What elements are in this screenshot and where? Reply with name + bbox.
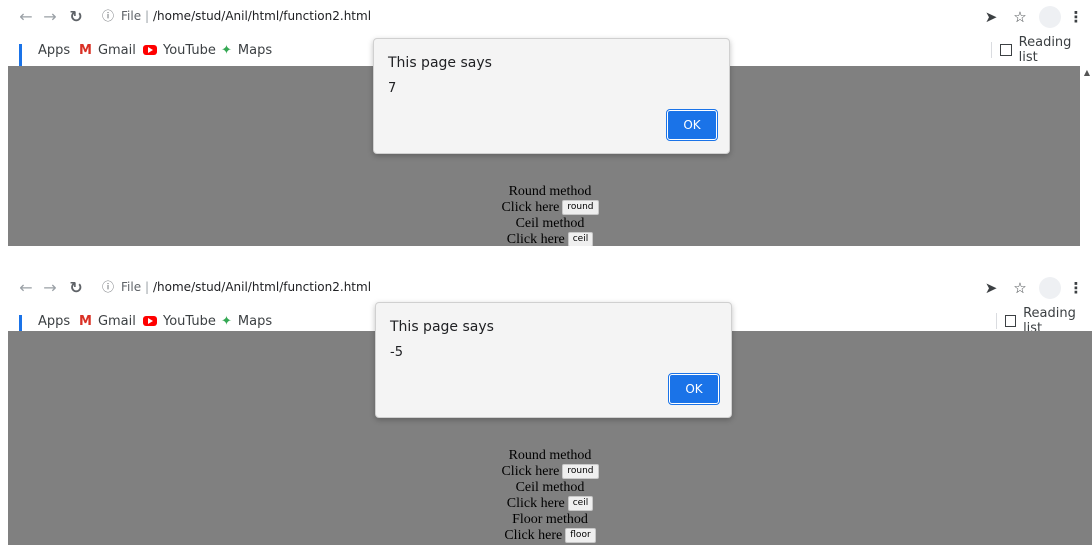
floor-heading: Floor method [512, 512, 588, 527]
click-here-label: Click here [501, 464, 560, 479]
round-heading: Round method [508, 448, 592, 463]
reading-list-button[interactable]: Reading list [1005, 306, 1092, 336]
ceil-row: Click here ceil [8, 232, 1092, 246]
alert-dialog: This page says -5 OK [375, 302, 732, 418]
back-icon[interactable]: ← [16, 7, 36, 27]
bookmark-youtube[interactable]: YouTube [143, 312, 216, 330]
star-icon[interactable]: ☆ [1010, 7, 1030, 27]
reading-list-icon [1000, 44, 1012, 56]
bookmark-maps[interactable]: ✦ Maps [221, 41, 272, 59]
floor-row: Click here floor [8, 528, 1092, 544]
browser-window-2: ← → ↻ ⓘ File | /home/stud/Anil/html/func… [0, 271, 1092, 545]
ceil-button[interactable]: ceil [567, 232, 594, 246]
page-body: Round method Click here round Ceil method… [8, 448, 1092, 544]
bookmark-label: YouTube [163, 42, 216, 58]
gmail-icon: M [79, 313, 92, 329]
url-separator: | [145, 9, 150, 23]
bookmark-youtube[interactable]: YouTube [143, 41, 216, 59]
bookmarks-divider [991, 42, 992, 58]
bookmark-apps[interactable]: Apps [19, 312, 71, 342]
bookmark-maps[interactable]: ✦ Maps [221, 312, 272, 330]
round-row: Click here round [8, 464, 1092, 480]
floor-button[interactable]: floor [565, 528, 596, 544]
address-bar-url[interactable]: /home/stud/Anil/html/function2.html [153, 8, 371, 24]
alert-dialog: This page says 7 OK [373, 38, 730, 154]
kebab-menu-icon[interactable]: ⋮ [1066, 7, 1086, 27]
reading-list-button[interactable]: Reading list [1000, 35, 1092, 65]
ceil-heading: Ceil method [515, 216, 585, 231]
ok-button[interactable]: OK [668, 373, 720, 405]
dialog-message: 7 [388, 81, 397, 96]
dialog-title: This page says [390, 319, 494, 335]
info-icon[interactable]: ⓘ [101, 9, 115, 23]
youtube-icon [143, 316, 157, 326]
ceil-row: Click here ceil [8, 496, 1092, 512]
round-button[interactable]: round [562, 200, 599, 216]
youtube-icon [143, 45, 157, 55]
apps-grid-icon [19, 43, 32, 71]
gmail-icon: M [79, 42, 92, 58]
bookmark-apps[interactable]: Apps [19, 41, 71, 71]
maps-icon: ✦ [221, 313, 232, 329]
address-bar-url[interactable]: /home/stud/Anil/html/function2.html [153, 279, 371, 295]
scroll-up-icon[interactable]: ▲ [1084, 68, 1090, 77]
browser-toolbar: ← → ↻ ⓘ File | /home/stud/Anil/html/func… [0, 0, 1092, 34]
bookmark-label: Maps [237, 313, 273, 329]
reading-list-label: Reading list [1018, 35, 1072, 65]
forward-icon[interactable]: → [40, 278, 60, 298]
ceil-button[interactable]: ceil [567, 496, 594, 512]
forward-icon[interactable]: → [40, 7, 60, 27]
kebab-menu-icon[interactable]: ⋮ [1066, 278, 1086, 298]
send-icon[interactable]: ➤ [981, 7, 1001, 27]
profile-avatar[interactable] [1039, 277, 1061, 299]
star-icon[interactable]: ☆ [1010, 278, 1030, 298]
bookmark-label: Maps [237, 42, 273, 58]
browser-toolbar: ← → ↻ ⓘ File | /home/stud/Anil/html/func… [0, 271, 1092, 305]
ceil-heading: Ceil method [515, 480, 585, 495]
reload-icon[interactable]: ↻ [66, 7, 86, 27]
bookmark-label: Gmail [97, 42, 136, 58]
round-row: Click here round [8, 200, 1092, 216]
file-label: File [121, 280, 142, 294]
bookmark-label: Apps [38, 42, 71, 58]
info-icon[interactable]: ⓘ [101, 280, 115, 294]
click-here-label: Click here [506, 496, 565, 511]
bookmark-gmail[interactable]: M Gmail [79, 312, 136, 330]
dialog-message: -5 [390, 345, 403, 360]
dialog-title: This page says [388, 55, 492, 71]
file-label: File [121, 9, 142, 23]
reading-list-icon [1005, 315, 1017, 327]
page-body: Round method Click here round Ceil method… [8, 184, 1092, 246]
reload-icon[interactable]: ↻ [66, 278, 86, 298]
send-icon[interactable]: ➤ [981, 278, 1001, 298]
apps-grid-icon [19, 314, 32, 342]
click-here-label: Click here [504, 528, 563, 543]
maps-icon: ✦ [221, 42, 232, 58]
round-heading: Round method [508, 184, 592, 199]
ok-button[interactable]: OK [666, 109, 718, 141]
bookmarks-divider [996, 313, 997, 329]
bookmark-label: Apps [38, 313, 71, 329]
click-here-label: Click here [501, 200, 560, 215]
bookmark-label: Gmail [97, 313, 136, 329]
back-icon[interactable]: ← [16, 278, 36, 298]
url-separator: | [145, 280, 150, 294]
profile-avatar[interactable] [1039, 6, 1061, 28]
bookmark-gmail[interactable]: M Gmail [79, 41, 136, 59]
round-button[interactable]: round [562, 464, 599, 480]
bookmark-label: YouTube [163, 313, 216, 329]
browser-window-1: ← → ↻ ⓘ File | /home/stud/Anil/html/func… [0, 0, 1092, 246]
click-here-label: Click here [506, 232, 565, 246]
